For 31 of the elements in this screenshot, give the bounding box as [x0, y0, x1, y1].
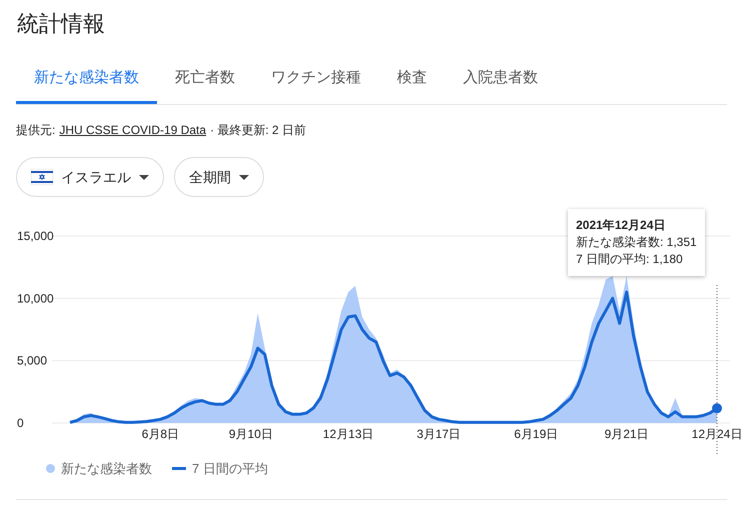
legend-label: 7 日間の平均 — [192, 460, 268, 478]
axis-label: 0 — [17, 416, 24, 430]
axis-label: 6月19日 — [514, 427, 558, 441]
update-text: · 最終更新: 2 日前 — [210, 122, 306, 139]
flag-icon — [31, 169, 53, 185]
tooltip-date: 2021年12月24日 — [576, 217, 666, 234]
caret-icon — [139, 174, 149, 180]
dropdown-chip[interactable]: 全期間 — [174, 157, 264, 197]
data-point — [712, 403, 722, 414]
axis-label: 12月13日 — [322, 427, 374, 441]
tooltip-value: 7 日間の平均: 1,180 — [576, 251, 684, 268]
tab[interactable]: 入院患者数 — [445, 56, 556, 104]
axis-label: 9月10日 — [228, 427, 273, 441]
axis-label: 6月8日 — [142, 427, 180, 441]
caret-icon — [239, 174, 249, 180]
tab[interactable]: 死亡者数 — [157, 56, 253, 104]
tab[interactable]: 検査 — [379, 56, 445, 104]
source-label: 提供元: — [16, 122, 56, 139]
axis-label: 10,000 — [17, 291, 54, 306]
tab[interactable]: 新たな感染者数 — [16, 56, 157, 104]
tab[interactable]: ワクチン接種 — [253, 56, 379, 104]
dropdown-chip[interactable]: イスラエル — [16, 157, 164, 197]
tooltip-value: 新たな感染者数: 1,351 — [576, 234, 697, 251]
axis-label: 12月24日 — [692, 427, 742, 441]
axis-label: 9月21日 — [604, 427, 649, 441]
axis-label: 5,000 — [17, 354, 48, 368]
axis-label: 3月17日 — [416, 427, 461, 441]
legend-label: 新たな感染者数 — [61, 460, 152, 478]
source-link[interactable]: JHU CSSE COVID-19 Data — [59, 121, 206, 139]
page-title: 統計情報 — [17, 10, 105, 38]
axis-label: 15,000 — [17, 229, 54, 243]
